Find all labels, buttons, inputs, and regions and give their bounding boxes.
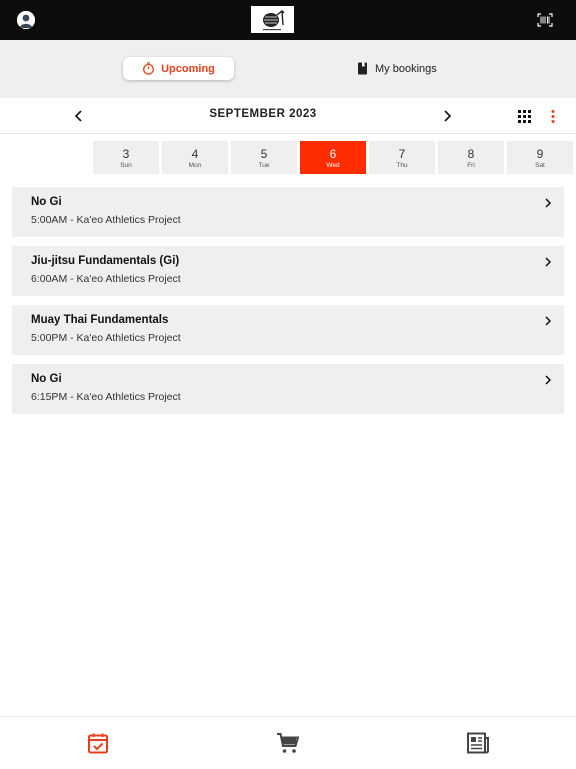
chevron-right-icon bbox=[545, 257, 552, 267]
day-weekday: Fri bbox=[467, 162, 475, 169]
class-card[interactable]: No Gi 5:00AM - Ka'eo Athletics Project bbox=[12, 187, 564, 237]
stopwatch-icon bbox=[142, 62, 155, 75]
class-card[interactable]: Muay Thai Fundamentals 5:00PM - Ka'eo At… bbox=[12, 305, 564, 355]
newspaper-icon[interactable] bbox=[466, 731, 490, 755]
bookmark-icon bbox=[357, 62, 368, 75]
my-bookings-tab[interactable]: My bookings bbox=[357, 57, 447, 80]
month-header: SEPTEMBER 2023 bbox=[0, 98, 576, 134]
day-cell-9[interactable]: 9 Sat bbox=[507, 141, 573, 174]
day-number: 4 bbox=[191, 147, 199, 161]
day-weekday: Wed bbox=[326, 162, 340, 169]
chevron-right-icon bbox=[545, 375, 552, 385]
gym-logo bbox=[251, 6, 294, 33]
day-weekday: Thu bbox=[396, 162, 408, 169]
day-number: 9 bbox=[536, 147, 544, 161]
class-title: No Gi bbox=[31, 196, 62, 208]
month-title: SEPTEMBER 2023 bbox=[209, 108, 317, 120]
upcoming-label: Upcoming bbox=[161, 62, 215, 75]
class-title: Jiu-jitsu Fundamentals (Gi) bbox=[31, 255, 180, 267]
day-number: 8 bbox=[467, 147, 475, 161]
day-weekday: Mon bbox=[188, 162, 202, 169]
class-title: Muay Thai Fundamentals bbox=[31, 314, 169, 326]
barcode-scan-icon[interactable] bbox=[537, 13, 553, 27]
day-cell-4[interactable]: 4 Mon bbox=[162, 141, 228, 174]
day-cell-3[interactable]: 3 Sun bbox=[93, 141, 159, 174]
day-number: 3 bbox=[122, 147, 130, 161]
user-avatar-icon[interactable] bbox=[17, 11, 35, 29]
day-number: 6 bbox=[329, 147, 337, 161]
shopping-cart-icon[interactable] bbox=[276, 731, 300, 755]
my-bookings-label: My bookings bbox=[375, 62, 437, 75]
class-card[interactable]: Jiu-jitsu Fundamentals (Gi) 6:00AM - Ka'… bbox=[12, 246, 564, 296]
grid-view-icon[interactable] bbox=[518, 110, 531, 123]
day-weekday: Tue bbox=[258, 162, 270, 169]
day-weekday: Sat bbox=[535, 162, 545, 169]
calendar-check-icon[interactable] bbox=[86, 731, 110, 755]
day-number: 5 bbox=[260, 147, 268, 161]
upcoming-tab[interactable]: Upcoming bbox=[123, 57, 234, 80]
day-number: 7 bbox=[398, 147, 406, 161]
chevron-right-icon bbox=[545, 316, 552, 326]
segment-bar bbox=[0, 40, 576, 98]
day-cell-5[interactable]: 5 Tue bbox=[231, 141, 297, 174]
day-cell-7[interactable]: 7 Thu bbox=[369, 141, 435, 174]
class-time-location: 5:00PM - Ka'eo Athletics Project bbox=[31, 332, 181, 344]
day-cell-8[interactable]: 8 Fri bbox=[438, 141, 504, 174]
class-time-location: 6:15PM - Ka'eo Athletics Project bbox=[31, 391, 181, 403]
day-weekday: Sun bbox=[120, 162, 132, 169]
chevron-left-icon[interactable] bbox=[73, 108, 85, 124]
more-vertical-icon[interactable] bbox=[549, 109, 557, 124]
day-cell-6-selected[interactable]: 6 Wed bbox=[300, 141, 366, 174]
class-card[interactable]: No Gi 6:15PM - Ka'eo Athletics Project bbox=[12, 364, 564, 414]
class-time-location: 6:00AM - Ka'eo Athletics Project bbox=[31, 273, 181, 285]
class-time-location: 5:00AM - Ka'eo Athletics Project bbox=[31, 214, 181, 226]
chevron-right-icon[interactable] bbox=[441, 108, 453, 124]
class-title: No Gi bbox=[31, 373, 62, 385]
chevron-right-icon bbox=[545, 198, 552, 208]
